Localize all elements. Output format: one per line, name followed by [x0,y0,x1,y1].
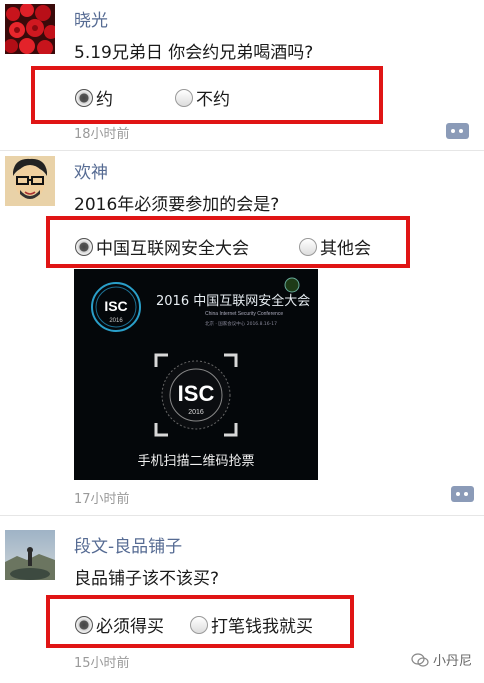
radio-selected-icon [75,237,93,256]
radio-selected-icon [75,88,93,107]
user-name[interactable]: 欢神 [74,158,108,183]
post-time: 18小时前 [74,127,130,142]
post-time: 17小时前 [74,492,130,507]
post-text: 良品铺子该不该买? [74,569,220,589]
post-text: 2016年必须要参加的会是? [74,195,280,215]
user-name[interactable]: 段文-良品铺子 [74,532,182,557]
watermark: 小丹尼 [411,650,472,669]
post-time: 15小时前 [74,656,130,671]
poll-option-label: 约 [96,90,113,110]
moment-post: 欢神 2016年必须要参加的会是? 中国互联网安全大会 其他会 ISC 2016… [0,150,484,515]
poster-meta: 北京 · 国家会议中心 2016.8.16-17 [205,320,277,327]
wechat-icon [411,652,429,667]
poster-logo: ISC [104,298,127,314]
poster-qr-year: 2016 [188,409,204,416]
post-image[interactable]: ISC 2016 2016 中国互联网安全大会 China Internet S… [74,269,318,480]
red-roses-avatar-icon[interactable] [5,4,55,54]
radio-unselected-icon [190,615,208,634]
moment-post: 晓光 5.19兄弟日 你会约兄弟喝酒吗? 约 不约 18小时前 [0,0,484,150]
poster-qr-logo: ISC [178,381,215,406]
poll-option[interactable]: 不约 [175,85,230,110]
radio-unselected-icon [175,88,193,107]
poll-option-label: 不约 [196,90,230,110]
radio-unselected-icon [299,237,317,256]
poster-headline: 2016 中国互联网安全大会 [156,293,310,309]
poster-logo-year: 2016 [109,318,123,324]
poll-option[interactable]: 必须得买 [75,612,164,637]
poster-subtitle: China Internet Security Conference [205,311,283,317]
poll-option-label: 其他会 [320,239,371,259]
poll-option-label: 打笔钱我就买 [211,617,313,637]
comment-icon[interactable] [451,486,474,502]
poll-option[interactable]: 其他会 [299,234,371,259]
poll-option-label: 必须得买 [96,617,164,637]
poll-option[interactable]: 约 [75,85,113,110]
poll-option[interactable]: 打笔钱我就买 [190,612,313,637]
watermark-text: 小丹尼 [432,654,472,669]
poster-caption: 手机扫描二维码抢票 [137,453,254,469]
landscape-person-avatar-icon[interactable] [5,530,55,580]
cartoon-man-avatar-icon[interactable] [5,156,55,206]
radio-selected-icon [75,615,93,634]
user-name[interactable]: 晓光 [74,6,108,31]
poll-option-label: 中国互联网安全大会 [96,239,249,259]
post-text: 5.19兄弟日 你会约兄弟喝酒吗? [74,43,314,63]
comment-icon[interactable] [446,123,469,139]
poll-option[interactable]: 中国互联网安全大会 [75,234,249,259]
